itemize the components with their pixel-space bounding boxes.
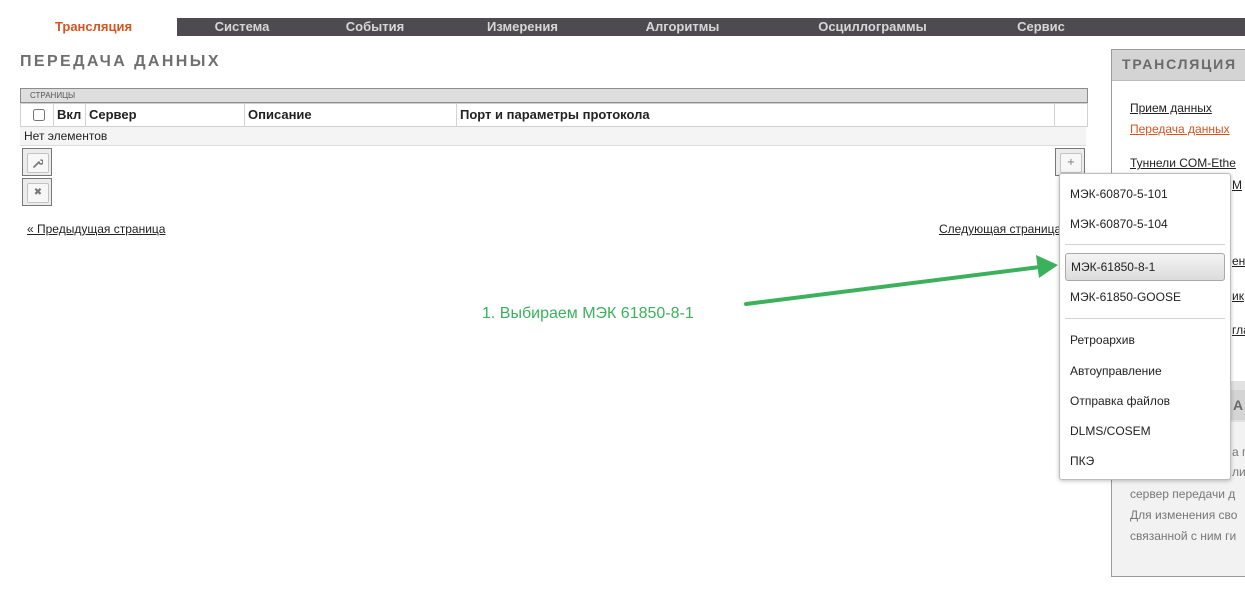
sidebar-link-transmit[interactable]: Передача данных xyxy=(1130,122,1230,136)
wrench-icon xyxy=(27,153,49,173)
menu-item-iec-101[interactable]: МЭК-60870-5-101 xyxy=(1065,180,1225,208)
sidebar-link-fragment[interactable]: ик xyxy=(1232,289,1244,303)
menu-separator xyxy=(1065,318,1225,319)
menu-item-iec-61850-8-1[interactable]: МЭК-61850-8-1 xyxy=(1065,253,1225,281)
add-button[interactable]: + xyxy=(1055,148,1085,176)
column-header-enabled[interactable]: Вкл xyxy=(54,104,86,126)
menu-item-iec-61850-goose[interactable]: МЭК-61850-GOOSE xyxy=(1065,283,1225,311)
next-page-link[interactable]: Следующая страница xyxy=(939,222,1061,236)
column-header-description[interactable]: Описание xyxy=(245,104,457,126)
sidebar-link-fragment[interactable]: М xyxy=(1232,178,1242,192)
side-panel-title: ТРАНСЛЯЦИЯ xyxy=(1122,56,1237,72)
menu-item-autocontrol[interactable]: Автоуправление xyxy=(1065,357,1225,385)
info-line: ли xyxy=(1232,465,1245,479)
tab-oscillograms[interactable]: Осциллограммы xyxy=(800,18,945,36)
menu-item-pke[interactable]: ПКЭ xyxy=(1065,447,1225,475)
select-all-checkbox[interactable] xyxy=(32,109,46,121)
sidebar-link-tunnels[interactable]: Туннели COM-Ethe xyxy=(1130,156,1236,170)
add-protocol-menu: МЭК-60870-5-101 МЭК-60870-5-104 МЭК-6185… xyxy=(1059,173,1231,480)
tab-algorithms[interactable]: Алгоритмы xyxy=(620,18,745,36)
tab-events[interactable]: События xyxy=(310,18,440,36)
column-header-server[interactable]: Сервер xyxy=(86,104,245,126)
menu-item-file-sending[interactable]: Отправка файлов xyxy=(1065,387,1225,415)
menu-item-retroarchive[interactable]: Ретроархив xyxy=(1065,326,1225,354)
column-header-port[interactable]: Порт и параметры протокола xyxy=(457,104,1055,126)
empty-table-message: Нет элементов xyxy=(20,127,1086,146)
tab-service[interactable]: Сервис xyxy=(980,18,1102,36)
menu-item-dlms-cosem[interactable]: DLMS/COSEM xyxy=(1065,417,1225,445)
info-line: связанной с ним ги xyxy=(1130,529,1237,543)
annotation-text: 1. Выбираем МЭК 61850-8-1 xyxy=(482,305,694,322)
select-all-cell xyxy=(21,104,54,126)
page-title: ПЕРЕДАЧА ДАННЫХ xyxy=(20,53,221,70)
edit-button[interactable] xyxy=(22,148,52,176)
plus-icon: + xyxy=(1060,153,1082,173)
tab-translation[interactable]: Трансляция xyxy=(10,18,177,36)
sidebar-link-fragment[interactable]: ен xyxy=(1232,254,1245,268)
pages-bar: СТРАНИЦЫ xyxy=(20,88,1088,103)
top-nav: Трансляция Система События Измерения Алг… xyxy=(10,18,1245,36)
info-line: сервер передачи д xyxy=(1130,487,1236,501)
info-line: а п xyxy=(1232,445,1245,459)
side-info-title-fragment: А xyxy=(1233,397,1244,413)
close-icon: ✖ xyxy=(27,183,49,203)
prev-page-link[interactable]: « Предыдущая страница xyxy=(27,222,165,236)
sidebar-link-fragment[interactable]: гла xyxy=(1232,323,1245,337)
menu-separator xyxy=(1065,244,1225,245)
info-line: Для изменения сво xyxy=(1130,508,1238,522)
tab-measurements[interactable]: Измерения xyxy=(460,18,585,36)
sidebar-link-receive[interactable]: Прием данных xyxy=(1130,101,1212,115)
side-panel-header: ТРАНСЛЯЦИЯ xyxy=(1112,50,1245,81)
tab-system[interactable]: Система xyxy=(177,18,307,36)
menu-item-iec-104[interactable]: МЭК-60870-5-104 xyxy=(1065,210,1225,238)
table-header: Вкл Сервер Описание Порт и параметры про… xyxy=(20,103,1088,127)
delete-button[interactable]: ✖ xyxy=(22,178,52,206)
